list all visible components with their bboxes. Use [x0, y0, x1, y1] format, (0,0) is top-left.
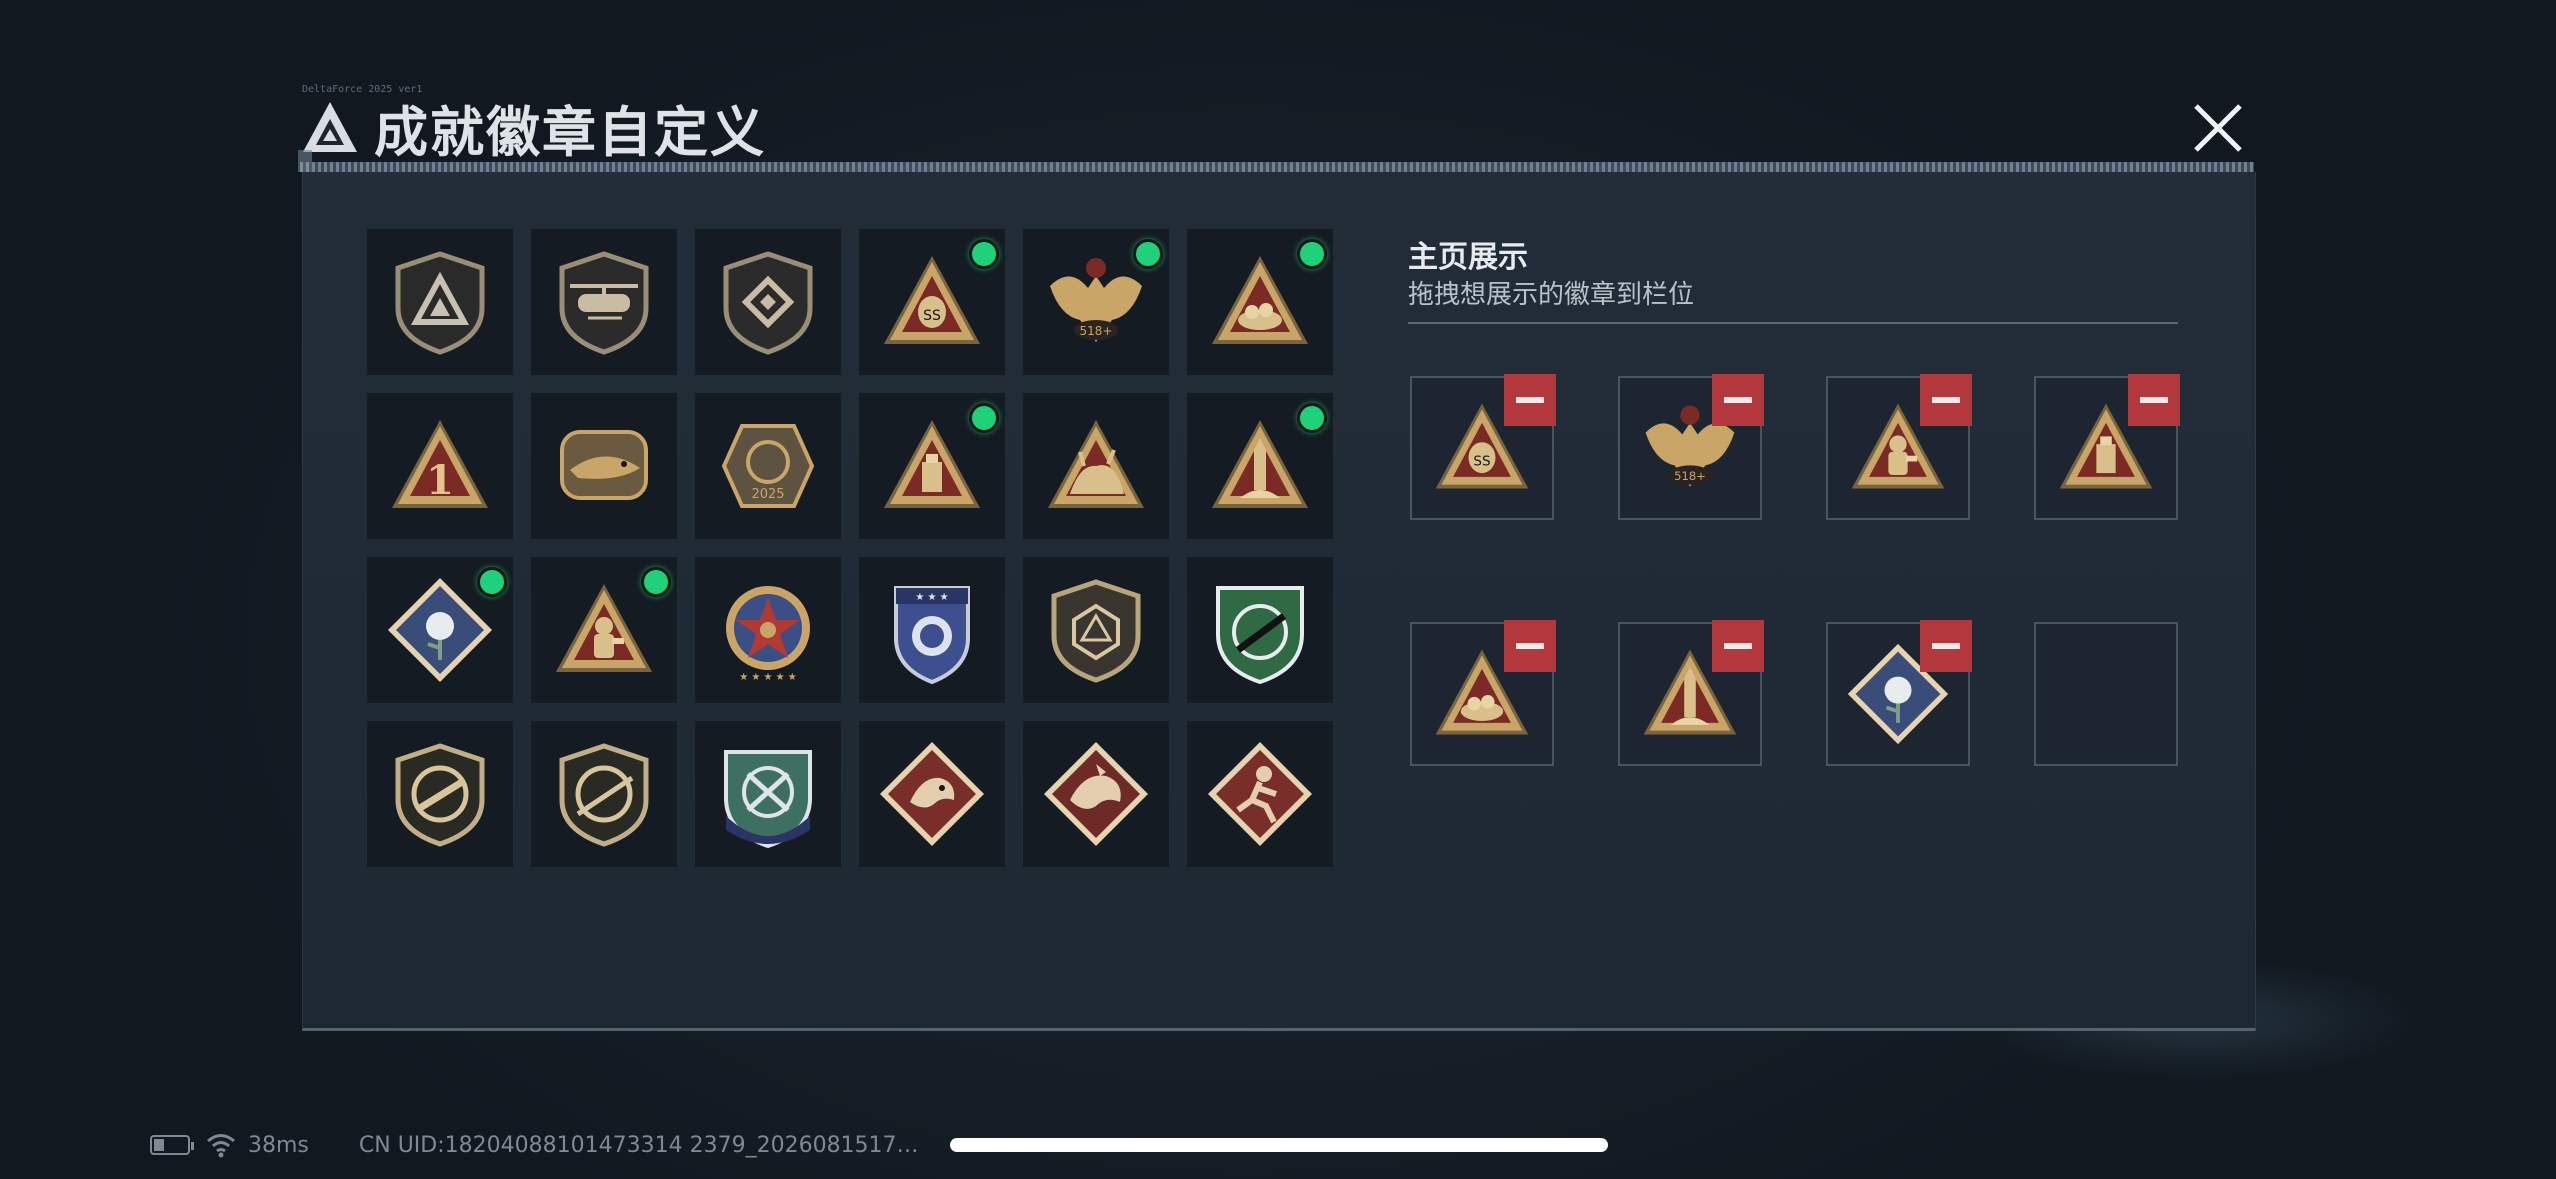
new-indicator-dot — [1297, 403, 1327, 433]
star-medal-badge-icon: ★ ★ ★ ★ ★ — [726, 586, 810, 683]
header-divider — [300, 162, 2254, 172]
remove-badge-button[interactable] — [1504, 374, 1556, 426]
badge-cell[interactable] — [1022, 556, 1170, 704]
close-icon[interactable] — [2188, 98, 2248, 158]
showcase-slot[interactable] — [2034, 374, 2180, 520]
badge-cell[interactable]: ★ ★ ★ — [858, 556, 1006, 704]
badge-cell[interactable]: ★ ★ ★ ★ ★ — [694, 556, 842, 704]
number-one-triangle-badge-icon: 1 — [392, 420, 488, 508]
latency-text: 38ms — [248, 1132, 309, 1158]
new-indicator-dot — [969, 403, 999, 433]
remove-badge-button[interactable] — [1504, 620, 1556, 672]
minus-icon — [1516, 397, 1544, 403]
minus-icon — [1932, 643, 1960, 649]
showcase-slot[interactable] — [1826, 374, 1972, 520]
remove-badge-button[interactable] — [1712, 374, 1764, 426]
remove-badge-button[interactable] — [1920, 620, 1972, 672]
new-indicator-dot — [1133, 239, 1163, 269]
dragon-diamond-badge-2-icon — [1044, 742, 1148, 846]
minus-icon — [1724, 643, 1752, 649]
beast-triangle-badge-icon — [1048, 420, 1144, 508]
delta-force-crocodile-badge-icon — [560, 430, 648, 500]
svg-text:518+: 518+ — [1080, 324, 1113, 338]
runner-diamond-badge-icon — [1208, 742, 1312, 846]
remove-badge-button[interactable] — [1712, 620, 1764, 672]
battery-icon — [150, 1135, 194, 1155]
badge-cell[interactable] — [1186, 228, 1334, 376]
badge-cell[interactable]: SS — [858, 228, 1006, 376]
badge-cell[interactable] — [858, 392, 1006, 540]
svg-text:518+: 518+ — [1674, 469, 1706, 483]
badge-cell[interactable] — [1186, 720, 1334, 868]
blue-crossed-knives-shield-badge-icon — [724, 750, 812, 849]
new-indicator-dot — [641, 567, 671, 597]
wifi-icon — [207, 1134, 235, 1158]
delta-shield-badge-icon — [395, 251, 485, 355]
page-title: 成就徽章自定义 — [374, 100, 766, 164]
home-indicator[interactable] — [950, 1138, 1608, 1152]
badge-cell[interactable] — [366, 556, 514, 704]
showcase-slot[interactable] — [1826, 620, 1972, 766]
dialog-header: 成就徽章自定义 — [300, 90, 766, 164]
badge-cell[interactable] — [694, 720, 842, 868]
badge-cell[interactable] — [1022, 392, 1170, 540]
remove-badge-button[interactable] — [1920, 374, 1972, 426]
d20-dice-shield-badge-icon — [1051, 579, 1141, 683]
sniper-circle-shield-badge-icon — [559, 743, 649, 847]
hex-diamond-shield-badge-icon — [723, 251, 813, 355]
showcase-slot-empty[interactable] — [2034, 622, 2178, 766]
svg-text:★ ★ ★: ★ ★ ★ — [915, 592, 948, 603]
badge-cell[interactable]: 1 — [366, 392, 514, 540]
green-rifle-shield-badge-icon — [1216, 586, 1304, 685]
badge-cell[interactable] — [366, 720, 514, 868]
svg-text:★ ★ ★ ★ ★: ★ ★ ★ ★ ★ — [739, 672, 797, 683]
showcase-title: 主页展示 — [1408, 240, 1528, 275]
showcase-slot[interactable]: 518+ — [1618, 374, 1764, 520]
svg-text:2025: 2025 — [751, 487, 784, 502]
new-indicator-dot — [1297, 239, 1327, 269]
smg-circle-shield-badge-icon — [395, 743, 485, 847]
dragon-diamond-badge-icon — [880, 742, 984, 846]
svg-text:1: 1 — [426, 457, 454, 504]
svg-text:SS: SS — [1473, 453, 1490, 469]
uid-text: CN UID:18204088101473314 2379_2026081517… — [358, 1132, 919, 1158]
badge-cell[interactable] — [858, 720, 1006, 868]
helicopter-shield-badge-icon — [559, 251, 649, 355]
showcase-slot[interactable]: SS — [1410, 374, 1556, 520]
badge-cell[interactable] — [1186, 392, 1334, 540]
blue-police-shield-badge-icon: ★ ★ ★ — [894, 586, 970, 685]
delta-force-2025-badge-icon: 2025 — [721, 424, 815, 508]
badge-cell[interactable] — [1186, 556, 1334, 704]
minus-icon — [1516, 643, 1544, 649]
badge-cell[interactable] — [694, 228, 842, 376]
delta-triangle-logo-icon — [303, 102, 357, 152]
showcase-subtitle: 拖拽想展示的徽章到栏位 — [1408, 280, 1695, 310]
showcase-slot[interactable] — [1618, 620, 1764, 766]
badge-cell[interactable]: 2025 — [694, 392, 842, 540]
badge-grid: SS 518+ 1 2025 ★ ★ ★ ★ ★ ★ ★ ★ — [366, 228, 1334, 868]
status-footer: 38ms CN UID:18204088101473314 2379_20260… — [150, 1130, 919, 1160]
badge-cell[interactable]: 518+ — [1022, 228, 1170, 376]
badge-cell[interactable] — [366, 228, 514, 376]
badge-cell[interactable] — [1022, 720, 1170, 868]
badge-cell[interactable] — [530, 556, 678, 704]
new-indicator-dot — [969, 239, 999, 269]
badge-cell[interactable] — [530, 392, 678, 540]
showcase-divider — [1408, 322, 2178, 324]
new-indicator-dot — [477, 567, 507, 597]
svg-text:SS: SS — [923, 308, 941, 324]
remove-badge-button[interactable] — [2128, 374, 2180, 426]
badge-cell[interactable] — [530, 720, 678, 868]
badge-cell[interactable] — [530, 228, 678, 376]
minus-icon — [2140, 397, 2168, 403]
minus-icon — [1932, 397, 1960, 403]
showcase-slot[interactable] — [1410, 620, 1556, 766]
minus-icon — [1724, 397, 1752, 403]
